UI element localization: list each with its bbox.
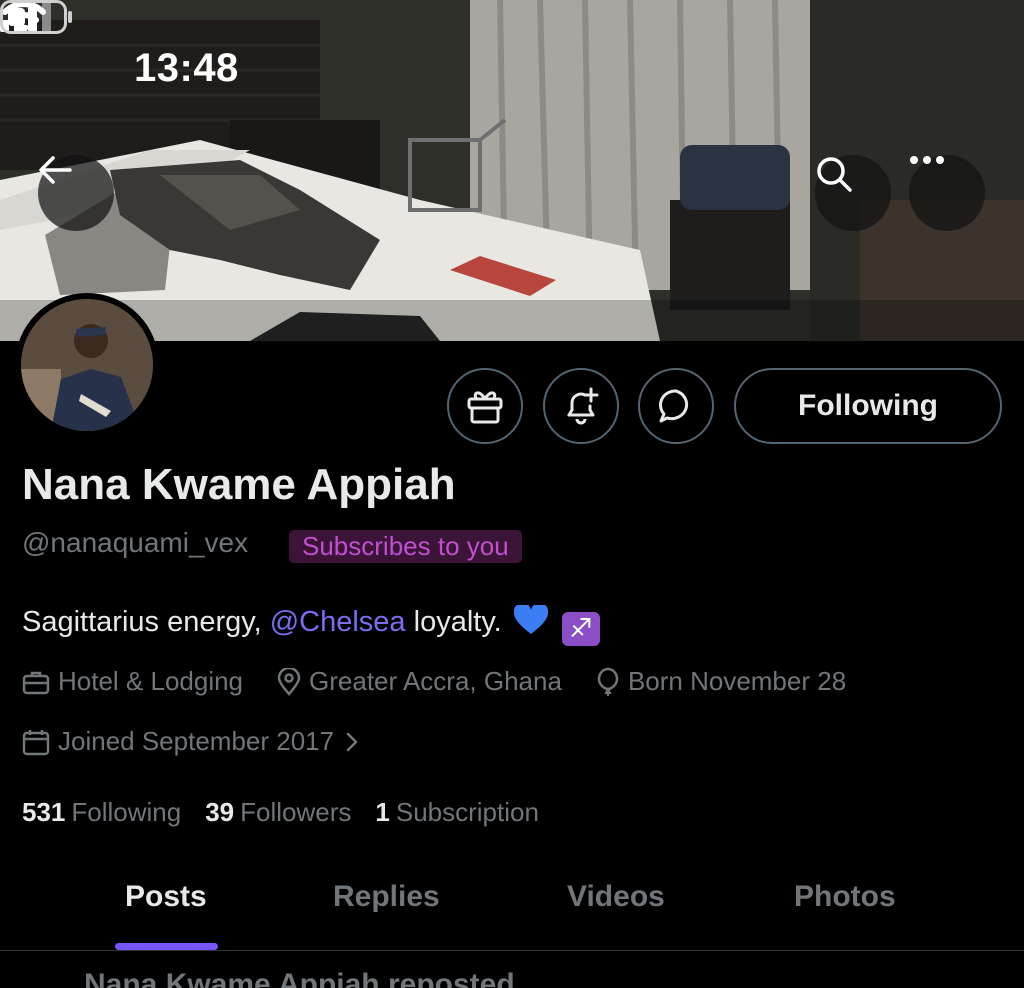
search-button[interactable] <box>815 155 891 231</box>
repost-indicator: Nana Kwame Appiah reposted <box>84 968 515 988</box>
battery-icon <box>0 0 72 34</box>
message-button[interactable] <box>638 368 714 444</box>
subscriptions-label: Subscription <box>395 797 539 827</box>
search-icon <box>817 157 852 192</box>
joined-item[interactable]: Joined September 2017 <box>22 726 368 757</box>
gift-button[interactable] <box>447 368 523 444</box>
location-pin-icon <box>277 667 301 696</box>
display-name: Nana Kwame Appiah <box>22 460 456 509</box>
profile-screen: 13:48 Following Nana Kwame Appiah @nanaq… <box>0 0 1024 988</box>
followers-stat[interactable]: 39 Followers <box>205 797 351 828</box>
subscriptions-count: 1 <box>375 797 390 827</box>
bio-text-suffix: loyalty. <box>405 606 510 638</box>
notifications-button[interactable] <box>543 368 619 444</box>
more-icon <box>910 156 944 164</box>
following-count: 531 <box>22 797 66 827</box>
followers-count: 39 <box>205 797 235 827</box>
bio: Sagittarius energy, @Chelsea loyalty. ♐ <box>22 605 600 646</box>
following-stat[interactable]: 531 Following <box>22 797 181 828</box>
gift-icon <box>467 391 503 424</box>
following-label: Following <box>71 797 182 827</box>
location-text: Greater Accra, Ghana <box>309 666 562 696</box>
followers-label: Followers <box>240 797 352 827</box>
birthday-text: Born November 28 <box>627 666 847 696</box>
joined-text: Joined September 2017 <box>58 726 335 756</box>
briefcase-icon <box>22 671 50 694</box>
tab-replies[interactable]: Replies <box>333 880 440 914</box>
category-text: Hotel & Lodging <box>58 666 244 696</box>
tab-posts[interactable]: Posts <box>125 880 207 914</box>
tab-videos[interactable]: Videos <box>567 880 665 914</box>
profile-meta-row: Hotel & Lodging Greater Accra, Ghana Bor… <box>22 666 880 697</box>
balloon-icon <box>597 667 619 696</box>
user-handle: @nanaquami_vex <box>22 527 249 558</box>
following-button[interactable]: Following <box>734 368 1002 444</box>
location-item: Greater Accra, Ghana <box>277 666 562 697</box>
bell-plus-icon <box>567 387 599 425</box>
profile-avatar[interactable] <box>15 293 159 437</box>
status-bar: 13:48 <box>0 0 1024 130</box>
message-icon <box>659 389 689 423</box>
profile-meta-row-2: Joined September 2017 <box>22 726 402 757</box>
more-options-button[interactable] <box>909 155 985 231</box>
header-banner-image[interactable]: 13:48 <box>0 0 1024 341</box>
chevron-right-icon <box>346 732 358 751</box>
tab-photos[interactable]: Photos <box>794 880 896 914</box>
follow-stats: 531 Following 39 Followers 1 Subscription <box>22 797 563 828</box>
back-arrow-icon <box>39 156 72 184</box>
birthday-item: Born November 28 <box>596 666 846 697</box>
bio-mention-link[interactable]: @Chelsea <box>270 606 406 638</box>
subscribes-badge: Subscribes to you <box>289 530 522 563</box>
blue-heart-icon <box>513 605 548 634</box>
category-item: Hotel & Lodging <box>22 666 243 697</box>
avatar-photo <box>21 299 153 431</box>
back-button[interactable] <box>38 155 114 231</box>
tabs-divider <box>0 950 1024 951</box>
status-time: 13:48 <box>134 46 239 90</box>
calendar-icon <box>22 729 50 755</box>
sagittarius-icon: ♐ <box>561 611 600 646</box>
subscriptions-stat[interactable]: 1 Subscription <box>375 797 539 828</box>
profile-tabs: Posts Replies Videos Photos <box>0 860 1024 950</box>
bio-text: Sagittarius energy, <box>22 606 270 638</box>
active-tab-indicator <box>115 943 218 950</box>
